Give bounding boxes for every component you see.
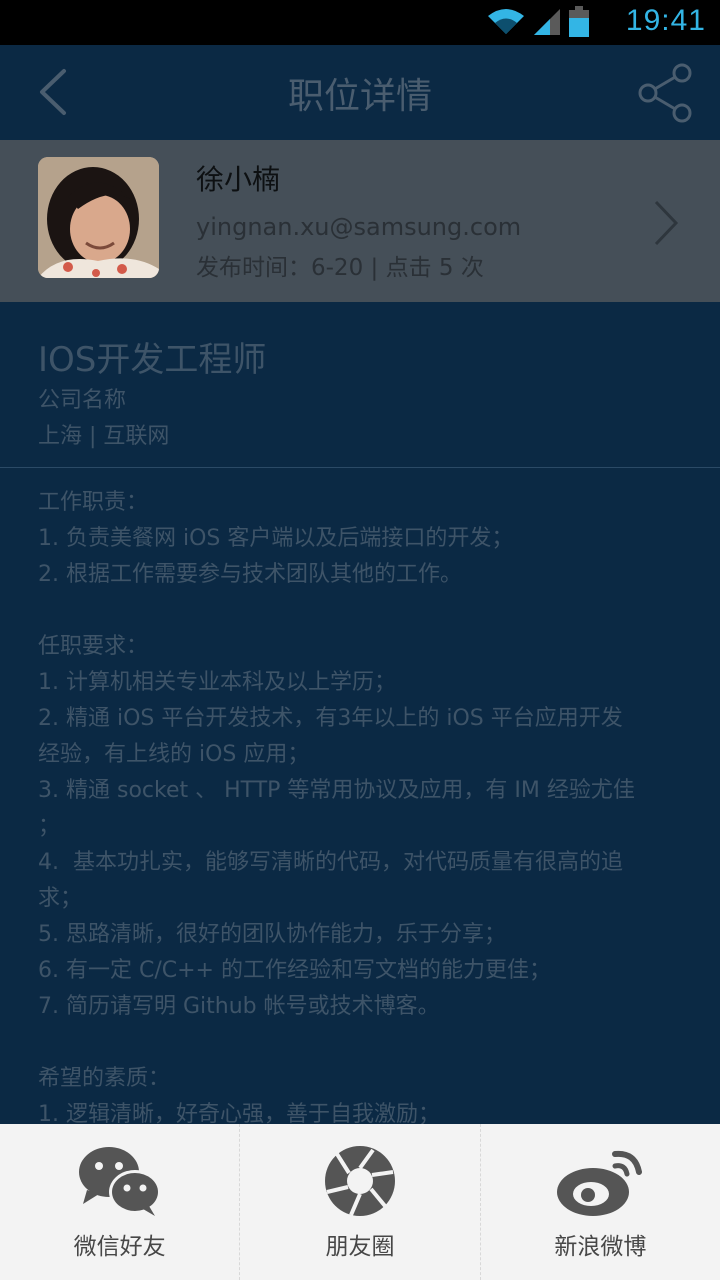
description-line: 7. 简历请写明 Github 帐号或技术博客。: [38, 994, 440, 1019]
description-line: 4. 基本功扎实，能够写清晰的代码，对代码质量有很高的追: [38, 850, 623, 875]
app-bar: 职位详情: [0, 45, 720, 140]
description-line: 5. 思路清晰，很好的团队协作能力，乐于分享；: [38, 922, 506, 947]
description-line: 2. 根据工作需要参与技术团队其他的工作。: [38, 562, 462, 587]
screen: 19:41 职位详情 徐小楠 yingnan.xu@samsung.com 发布…: [0, 0, 720, 1280]
status-time: 19:41: [625, 4, 706, 37]
share-icon[interactable]: [636, 63, 694, 123]
description-line: 1. 计算机相关专业本科及以上学历；: [38, 670, 396, 695]
publisher-name: 徐小楠: [196, 163, 281, 196]
publish-meta: 发布时间：6-20 | 点击 5 次: [196, 255, 484, 281]
share-moments-label: 朋友圈: [325, 1234, 395, 1260]
chevron-right-icon: [654, 200, 679, 246]
description-line: 2. 精通 iOS 平台开发技术，有3年以上的 iOS 平台应用开发: [38, 706, 623, 731]
description-line: 6. 有一定 C/C++ 的工作经验和写文档的能力更佳；: [38, 958, 551, 983]
description-line: 1. 负责美餐网 iOS 客户端以及后端接口的开发；: [38, 526, 514, 551]
publisher-card[interactable]: 徐小楠 yingnan.xu@samsung.com 发布时间：6-20 | 点…: [0, 140, 720, 302]
avatar: [38, 157, 159, 278]
share-weibo-button[interactable]: 新浪微博: [479, 1124, 720, 1280]
wechat-icon: [78, 1147, 161, 1216]
job-location: 上海 | 互联网: [38, 424, 170, 449]
share-sheet: 微信好友 朋友圈 新浪微博: [0, 1124, 720, 1280]
job-title: IOS开发工程师: [38, 340, 267, 380]
battery-icon: [569, 6, 589, 37]
description-line: 求；: [38, 886, 83, 911]
description-line: 3. 精通 socket 、 HTTP 等常用协议及应用，有 IM 经验尤佳: [38, 778, 635, 803]
signal-icon: [534, 9, 560, 35]
page-title: 职位详情: [287, 76, 432, 117]
description-line: [38, 593, 684, 629]
weibo-icon: [557, 1150, 643, 1216]
status-icons: [486, 6, 590, 38]
status-bar: 19:41: [0, 0, 720, 45]
share-wechat-button[interactable]: 微信好友: [0, 1124, 239, 1280]
publisher-email: yingnan.xu@samsung.com: [196, 213, 522, 241]
moments-icon: [324, 1146, 395, 1216]
description-line: [38, 1025, 684, 1061]
description-line: ；: [38, 814, 61, 839]
share-weibo-label: 新浪微博: [554, 1234, 647, 1260]
description-line: 任职要求：: [38, 634, 149, 659]
job-description: 工作职责： 1. 负责美餐网 iOS 客户端以及后端接口的开发； 2. 根据工作…: [38, 485, 684, 1133]
company-name: 公司名称: [38, 388, 127, 413]
share-moments-button[interactable]: 朋友圈: [239, 1124, 479, 1280]
share-wechat-label: 微信好友: [73, 1234, 166, 1260]
description-line: 希望的素质：: [38, 1066, 171, 1091]
description-line: 工作职责：: [38, 490, 149, 515]
description-line: 经验，有上线的 iOS 应用；: [38, 742, 310, 767]
divider: [0, 467, 720, 468]
wifi-icon: [488, 9, 524, 34]
